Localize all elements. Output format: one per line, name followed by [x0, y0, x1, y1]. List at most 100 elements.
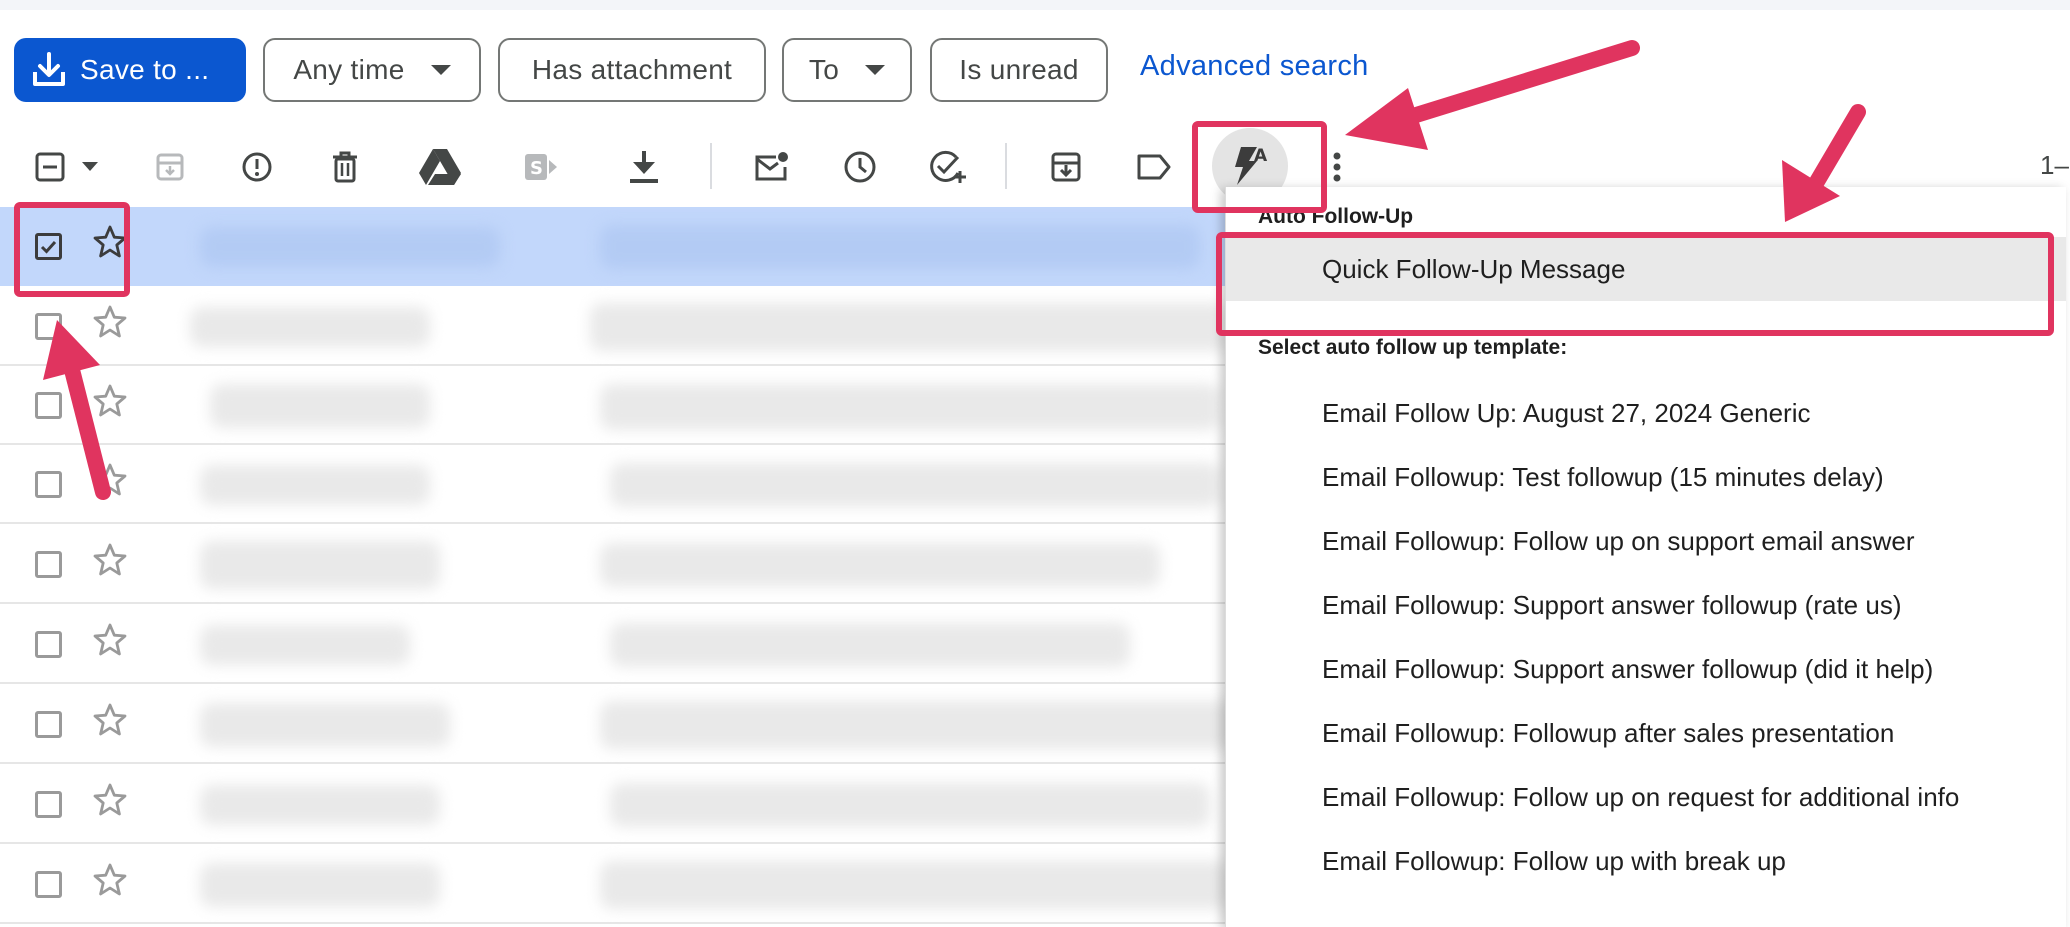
- star-icon[interactable]: [92, 462, 128, 498]
- download-button[interactable]: [624, 140, 664, 194]
- is-unread-filter[interactable]: Is unread: [930, 38, 1108, 102]
- blurred-email-content: [200, 227, 500, 267]
- template-item[interactable]: Email Followup: Test followup (15 minute…: [1226, 445, 2066, 509]
- row-checkbox[interactable]: [35, 711, 62, 738]
- mark-unread-icon: [755, 152, 788, 181]
- label-icon: [1137, 154, 1171, 180]
- email-row[interactable]: [0, 366, 1225, 445]
- template-item[interactable]: Email Followup: Support answer followup …: [1226, 573, 2066, 637]
- template-item[interactable]: Email Follow Up: August 27, 2024 Generic: [1226, 381, 2066, 445]
- annotation-highlight-quick-item: [1216, 232, 2054, 336]
- template-item[interactable]: Email Followup: Followup after sales pre…: [1226, 701, 2066, 765]
- blurred-email-content: [200, 465, 430, 505]
- annotation-arrow-toolbar: [1345, 40, 1640, 150]
- blurred-email-content: [190, 307, 430, 347]
- star-icon[interactable]: [92, 702, 128, 738]
- blurred-email-content: [600, 701, 1240, 749]
- labels-button[interactable]: [1134, 140, 1174, 194]
- row-checkbox[interactable]: [35, 471, 62, 498]
- trash-icon: [333, 151, 357, 183]
- blurred-email-content: [600, 543, 1160, 587]
- template-item[interactable]: Email Followup: Support answer followup …: [1226, 637, 2066, 701]
- row-checkbox[interactable]: [35, 392, 62, 419]
- blurred-email-content: [200, 625, 410, 665]
- mark-unread-button[interactable]: [750, 140, 794, 194]
- row-checkbox[interactable]: [35, 871, 62, 898]
- star-icon[interactable]: [92, 542, 128, 578]
- more-vert-icon: [1333, 152, 1341, 182]
- delete-button[interactable]: [325, 140, 365, 194]
- download-tray-icon: [33, 52, 65, 86]
- blurred-email-content: [200, 703, 450, 747]
- caret-down-icon: [82, 162, 98, 171]
- blurred-email-content: [210, 384, 430, 428]
- annotation-highlight-toolbar-button: [1192, 121, 1327, 213]
- annotation-highlight-checkbox: [14, 202, 130, 297]
- minus-checkbox-icon: [35, 152, 65, 182]
- email-row[interactable]: [0, 765, 1225, 844]
- blurred-email-content: [600, 861, 1230, 909]
- to-label: To: [808, 54, 840, 85]
- move-to-button[interactable]: [1046, 140, 1086, 194]
- sharepoint-button[interactable]: S: [520, 140, 564, 194]
- report-spam-icon: [242, 152, 272, 182]
- google-drive-icon: [419, 149, 461, 185]
- email-row[interactable]: [0, 287, 1230, 366]
- blurred-email-content: [200, 785, 440, 825]
- top-strip: [0, 0, 2070, 10]
- add-to-tasks-button[interactable]: [924, 140, 972, 194]
- advanced-search-link[interactable]: Advanced search: [1140, 50, 1369, 83]
- pagination-text: 1–: [2040, 150, 2069, 180]
- star-icon[interactable]: [92, 304, 128, 340]
- template-item[interactable]: Email Followup: Follow up on support ema…: [1226, 509, 2066, 573]
- save-to-drive-button[interactable]: [415, 140, 465, 194]
- move-to-icon: [1051, 152, 1081, 182]
- star-icon[interactable]: [92, 622, 128, 658]
- snooze-button[interactable]: [838, 140, 882, 194]
- clock-icon: [844, 151, 876, 183]
- chevron-down-icon: [865, 65, 886, 75]
- report-spam-button[interactable]: [237, 140, 277, 194]
- chevron-down-icon: [430, 65, 451, 75]
- save-to-button[interactable]: Save to ...: [14, 38, 246, 102]
- blurred-email-content: [610, 623, 1130, 667]
- blurred-email-content: [590, 303, 1230, 351]
- star-icon[interactable]: [92, 782, 128, 818]
- has-attachment-filter[interactable]: Has attachment: [498, 38, 766, 102]
- email-row[interactable]: [0, 845, 1230, 924]
- row-checkbox[interactable]: [35, 313, 62, 340]
- blurred-email-content: [600, 225, 1200, 269]
- blurred-email-content: [610, 783, 1210, 827]
- select-all-checkbox[interactable]: [32, 140, 68, 194]
- toolbar-divider: [710, 143, 712, 189]
- to-filter[interactable]: To: [782, 38, 912, 102]
- select-dropdown[interactable]: [78, 140, 102, 194]
- blurred-email-content: [600, 384, 1220, 430]
- toolbar-divider: [1005, 143, 1007, 189]
- sharepoint-icon: S: [525, 154, 557, 180]
- email-row[interactable]: [0, 445, 1225, 524]
- any-time-filter[interactable]: Any time: [263, 38, 481, 102]
- archive-icon: [156, 153, 184, 181]
- template-item[interactable]: Email Followup: Follow up on request for…: [1226, 765, 2066, 829]
- has-attachment-label: Has attachment: [531, 54, 733, 85]
- download-icon: [630, 151, 658, 183]
- email-row[interactable]: [0, 605, 1225, 684]
- star-icon[interactable]: [92, 862, 128, 898]
- email-row[interactable]: [0, 207, 1225, 286]
- add-task-icon: [930, 150, 966, 183]
- svg-text:S: S: [530, 158, 543, 179]
- save-to-label: Save to ...: [80, 54, 210, 85]
- template-item[interactable]: Email Followup: Follow up with break up: [1226, 829, 2066, 893]
- row-checkbox[interactable]: [35, 791, 62, 818]
- blurred-email-content: [610, 463, 1220, 507]
- blurred-email-content: [200, 541, 440, 589]
- row-checkbox[interactable]: [35, 631, 62, 658]
- email-row[interactable]: [0, 685, 1240, 764]
- row-checkbox[interactable]: [35, 551, 62, 578]
- star-icon[interactable]: [92, 383, 128, 419]
- archive-button[interactable]: [150, 140, 190, 194]
- blurred-email-content: [200, 863, 440, 907]
- email-row[interactable]: [0, 525, 1225, 604]
- template-section-header: Select auto follow up template:: [1258, 336, 1568, 359]
